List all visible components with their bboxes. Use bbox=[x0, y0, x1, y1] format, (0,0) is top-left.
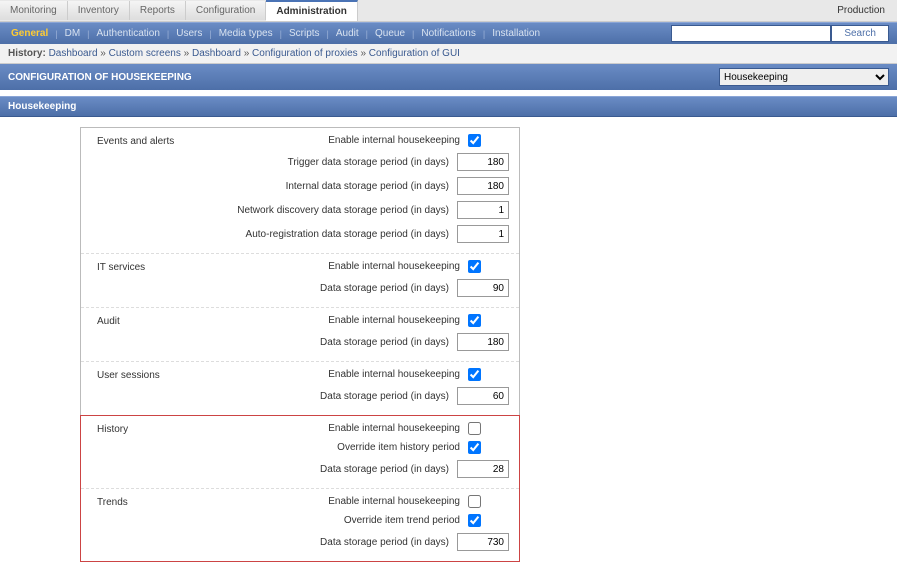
subtab-users[interactable]: Users bbox=[171, 28, 207, 39]
group-label: User sessions bbox=[81, 362, 201, 415]
field-label: Data storage period (in days) bbox=[320, 464, 449, 475]
crumb[interactable]: Configuration of GUI bbox=[369, 48, 460, 59]
field-label: Override item trend period bbox=[344, 515, 460, 526]
field-label: Auto-registration data storage period (i… bbox=[246, 229, 449, 240]
subtab-queue[interactable]: Queue bbox=[370, 28, 410, 39]
field-label: Internal data storage period (in days) bbox=[286, 181, 449, 192]
tab-configuration[interactable]: Configuration bbox=[186, 1, 266, 20]
sub-tabs: General| DM| Authentication| Users| Medi… bbox=[0, 22, 897, 44]
field-checkbox[interactable] bbox=[468, 368, 481, 381]
field-input[interactable] bbox=[457, 533, 509, 551]
page-selector[interactable]: Housekeeping bbox=[719, 68, 889, 86]
env-label: Production bbox=[825, 5, 897, 16]
field-label: Enable internal housekeeping bbox=[328, 496, 460, 507]
field-checkbox[interactable] bbox=[468, 422, 481, 435]
subtab-scripts[interactable]: Scripts bbox=[284, 28, 325, 39]
page-title-bar: CONFIGURATION OF HOUSEKEEPING Housekeepi… bbox=[0, 64, 897, 90]
field-label: Network discovery data storage period (i… bbox=[237, 205, 449, 216]
field-input[interactable] bbox=[457, 153, 509, 171]
field-label: Data storage period (in days) bbox=[320, 283, 449, 294]
subtab-audit[interactable]: Audit bbox=[331, 28, 364, 39]
field-checkbox[interactable] bbox=[468, 314, 481, 327]
section-title: Housekeeping bbox=[0, 96, 897, 117]
subtab-notifications[interactable]: Notifications bbox=[416, 28, 480, 39]
field-checkbox[interactable] bbox=[468, 260, 481, 273]
field-label: Data storage period (in days) bbox=[320, 537, 449, 548]
top-tabs: Monitoring Inventory Reports Configurati… bbox=[0, 0, 897, 22]
field-input[interactable] bbox=[457, 460, 509, 478]
field-label: Override item history period bbox=[337, 442, 460, 453]
field-label: Enable internal housekeeping bbox=[328, 315, 460, 326]
field-label: Data storage period (in days) bbox=[320, 337, 449, 348]
group-label: Events and alerts bbox=[81, 128, 201, 253]
field-checkbox[interactable] bbox=[468, 134, 481, 147]
subtab-authentication[interactable]: Authentication bbox=[92, 28, 165, 39]
field-input[interactable] bbox=[457, 279, 509, 297]
page-title: CONFIGURATION OF HOUSEKEEPING bbox=[8, 72, 192, 83]
field-input[interactable] bbox=[457, 387, 509, 405]
crumb[interactable]: Dashboard bbox=[192, 48, 241, 59]
tab-administration[interactable]: Administration bbox=[266, 0, 358, 21]
field-label: Enable internal housekeeping bbox=[328, 261, 460, 272]
history-label: History: bbox=[8, 48, 46, 59]
field-label: Enable internal housekeeping bbox=[328, 135, 460, 146]
field-label: Data storage period (in days) bbox=[320, 391, 449, 402]
search-input[interactable] bbox=[671, 25, 831, 42]
tab-monitoring[interactable]: Monitoring bbox=[0, 1, 68, 20]
crumb[interactable]: Configuration of proxies bbox=[252, 48, 358, 59]
tab-inventory[interactable]: Inventory bbox=[68, 1, 130, 20]
subtab-media-types[interactable]: Media types bbox=[214, 28, 278, 39]
field-checkbox[interactable] bbox=[468, 441, 481, 454]
group-label: Trends bbox=[81, 489, 201, 561]
search-button[interactable]: Search bbox=[831, 25, 889, 42]
subtab-dm[interactable]: DM bbox=[60, 28, 86, 39]
breadcrumb: History: Dashboard » Custom screens » Da… bbox=[0, 44, 897, 64]
field-input[interactable] bbox=[457, 201, 509, 219]
subtab-general[interactable]: General bbox=[6, 28, 53, 39]
field-input[interactable] bbox=[457, 333, 509, 351]
crumb[interactable]: Dashboard bbox=[49, 48, 98, 59]
group-label: IT services bbox=[81, 254, 201, 307]
field-input[interactable] bbox=[457, 177, 509, 195]
field-checkbox[interactable] bbox=[468, 495, 481, 508]
group-label: History bbox=[81, 416, 201, 488]
field-label: Trigger data storage period (in days) bbox=[288, 157, 449, 168]
field-label: Enable internal housekeeping bbox=[328, 423, 460, 434]
form-area: Events and alerts Enable internal houseke… bbox=[0, 117, 897, 582]
group-label: Audit bbox=[81, 308, 201, 361]
subtab-installation[interactable]: Installation bbox=[487, 28, 545, 39]
field-input[interactable] bbox=[457, 225, 509, 243]
crumb[interactable]: Custom screens bbox=[109, 48, 181, 59]
field-label: Enable internal housekeeping bbox=[328, 369, 460, 380]
field-checkbox[interactable] bbox=[468, 514, 481, 527]
tab-reports[interactable]: Reports bbox=[130, 1, 186, 20]
